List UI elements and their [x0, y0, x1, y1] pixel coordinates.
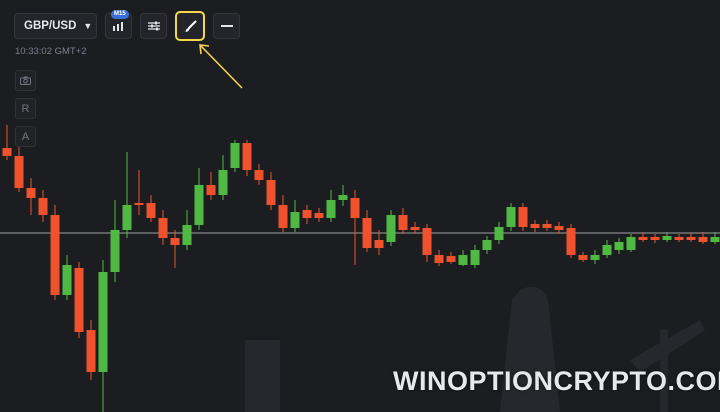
more-dots-icon — [220, 25, 233, 27]
bearish-candle — [350, 198, 360, 218]
bullish-candle — [626, 237, 636, 250]
bearish-candle — [542, 224, 552, 228]
bearish-candle — [698, 237, 708, 242]
indicators-button[interactable] — [140, 13, 167, 39]
candle-chart-icon — [113, 22, 123, 31]
price-chart[interactable] — [0, 0, 720, 412]
bearish-candle — [170, 238, 180, 245]
bearish-candle — [50, 215, 60, 295]
bullish-candle — [494, 227, 504, 240]
bullish-candle — [590, 255, 600, 260]
bullish-candle — [614, 242, 624, 250]
bearish-candle — [686, 237, 696, 240]
bearish-candle — [206, 185, 216, 195]
bullish-candle — [470, 250, 480, 265]
asset-selector[interactable]: GBP/USD ▼ — [14, 13, 97, 39]
bullish-candle — [98, 272, 108, 372]
server-time: 10:33:02 GMT+2 — [15, 46, 87, 57]
bearish-candle — [518, 207, 528, 227]
bullish-candle — [386, 215, 396, 242]
bearish-candle — [638, 237, 648, 240]
bearish-candle — [674, 237, 684, 240]
timeframe-badge: M15 — [111, 10, 129, 19]
bearish-candle — [146, 203, 156, 218]
timeframe-button[interactable]: M15 — [105, 10, 132, 39]
bullish-candle — [458, 255, 468, 265]
bearish-candle — [266, 180, 276, 205]
bearish-candle — [302, 210, 312, 218]
bullish-candle — [482, 240, 492, 250]
bearish-candle — [278, 205, 288, 228]
bearish-candle — [158, 218, 168, 238]
bearish-candle — [14, 156, 24, 188]
bearish-candle — [254, 170, 264, 180]
bullish-candle — [110, 230, 120, 272]
bearish-candle — [530, 224, 540, 228]
asset-pair-label: GBP/USD — [24, 20, 77, 32]
bullish-candle — [326, 200, 336, 218]
bullish-candle — [602, 245, 612, 255]
drawing-tools-button[interactable] — [175, 11, 205, 41]
bullish-candle — [122, 205, 132, 230]
bearish-candle — [446, 256, 456, 262]
bearish-candle — [74, 268, 84, 332]
bullish-candle — [338, 195, 348, 200]
bearish-candle — [374, 240, 384, 248]
camera-icon — [20, 76, 31, 85]
brush-icon — [185, 20, 196, 32]
screenshot-button[interactable] — [15, 70, 36, 91]
bullish-candle — [194, 185, 204, 225]
bullish-candle — [62, 265, 72, 295]
chart-side-tools: R A — [15, 70, 36, 147]
bearish-candle — [38, 198, 48, 215]
bullish-candle — [230, 143, 240, 168]
bullish-candle — [182, 225, 192, 245]
bearish-candle — [314, 213, 324, 218]
bearish-candle — [410, 227, 420, 230]
caret-down-icon: ▼ — [83, 21, 93, 31]
autoscale-button[interactable]: A — [15, 126, 36, 147]
bullish-candle — [506, 207, 516, 227]
sliders-icon — [147, 21, 160, 31]
annotation-arrow — [199, 44, 243, 89]
bearish-candle — [242, 143, 252, 170]
bearish-candle — [26, 188, 36, 198]
bearish-candle — [578, 255, 588, 260]
chart-toolbar: GBP/USD ▼ M15 — [14, 10, 240, 41]
bullish-candle — [662, 236, 672, 240]
bearish-candle — [362, 218, 372, 248]
reset-zoom-button[interactable]: R — [15, 98, 36, 119]
bearish-candle — [398, 215, 408, 230]
bullish-candle — [218, 170, 228, 195]
bearish-candle — [2, 148, 12, 156]
bullish-candle — [290, 212, 300, 228]
watermark: WINOPTIONCRYPTO.COM — [393, 366, 720, 396]
bearish-candle — [422, 228, 432, 255]
bearish-candle — [434, 255, 444, 263]
bearish-candle — [650, 237, 660, 240]
bearish-candle — [86, 330, 96, 372]
bearish-candle — [566, 228, 576, 255]
bullish-candle — [710, 237, 720, 242]
more-options-button[interactable] — [213, 13, 240, 39]
bearish-candle — [554, 226, 564, 230]
bearish-candle — [134, 203, 144, 205]
